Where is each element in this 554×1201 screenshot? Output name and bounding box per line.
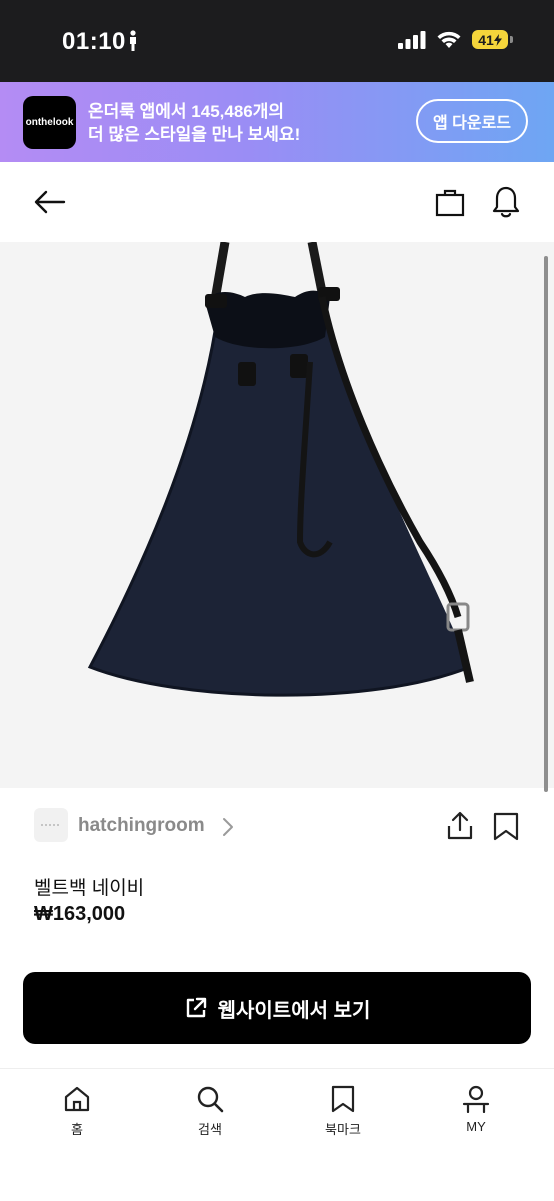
tab-my[interactable]: MY <box>436 1085 516 1134</box>
brand-row[interactable]: hatchingroom <box>34 808 520 846</box>
notification-button[interactable] <box>486 182 526 222</box>
status-time: 01:10 <box>62 28 126 55</box>
view-on-website-button[interactable]: 웹사이트에서 보기 <box>23 972 531 1044</box>
status-icons: 41 <box>398 30 513 49</box>
walking-person-icon <box>130 30 136 51</box>
bookmark-icon <box>331 1085 355 1113</box>
bottom-tab-bar: 홈 검색 북마크 MY <box>0 1068 554 1201</box>
back-button[interactable] <box>30 184 70 220</box>
tab-my-label: MY <box>466 1119 486 1134</box>
battery-level: 41 <box>478 31 494 48</box>
wifi-icon <box>437 31 461 48</box>
product-image[interactable] <box>0 242 554 788</box>
profile-icon <box>462 1085 490 1113</box>
app-download-button[interactable]: 앱 다운로드 <box>416 99 528 143</box>
app-promo-banner: onthelook 온더룩 앱에서 145,486개의 더 많은 스타일을 만나… <box>0 82 554 162</box>
tab-home[interactable]: 홈 <box>37 1085 117 1138</box>
chevron-right-icon[interactable] <box>222 817 234 837</box>
tab-home-label: 홈 <box>71 1122 83 1137</box>
promo-line-1: 온더룩 앱에서 145,486개의 <box>88 102 285 121</box>
brand-logo-mark <box>41 824 61 826</box>
bell-icon <box>492 186 520 218</box>
top-nav <box>0 162 554 242</box>
back-arrow-icon <box>34 190 66 214</box>
home-icon <box>64 1086 90 1112</box>
tab-search[interactable]: 검색 <box>170 1085 250 1138</box>
product-name: 벨트백 네이비 <box>34 878 145 899</box>
onthelook-logo: onthelook <box>23 96 76 149</box>
brand-name[interactable]: hatchingroom <box>78 815 205 837</box>
share-icon[interactable] <box>446 811 474 841</box>
search-icon <box>197 1086 224 1113</box>
promo-line-2: 더 많은 스타일을 만나 보세요! <box>88 125 301 144</box>
external-link-icon <box>186 997 206 1018</box>
signal-icon <box>398 30 426 49</box>
brand-logo[interactable] <box>34 808 68 842</box>
promo-text: 온더룩 앱에서 145,486개의 더 많은 스타일을 만나 보세요! <box>88 100 300 146</box>
status-bar: 01:10 41 <box>0 0 554 82</box>
scrollbar[interactable] <box>544 256 548 792</box>
tab-bookmark-label: 북마크 <box>325 1122 361 1137</box>
shopping-bag-icon <box>435 189 465 217</box>
tab-search-label: 검색 <box>198 1122 222 1137</box>
navy-bag-illustration <box>87 242 474 697</box>
bookmark-icon[interactable] <box>492 811 520 841</box>
view-on-website-label: 웹사이트에서 보기 <box>217 999 371 1022</box>
product-price: ₩163,000 <box>34 903 126 925</box>
tab-bookmark[interactable]: 북마크 <box>303 1085 383 1138</box>
battery-indicator: 41 <box>472 30 513 49</box>
shopping-bag-button[interactable] <box>430 182 470 222</box>
charging-bolt-icon <box>493 33 502 46</box>
